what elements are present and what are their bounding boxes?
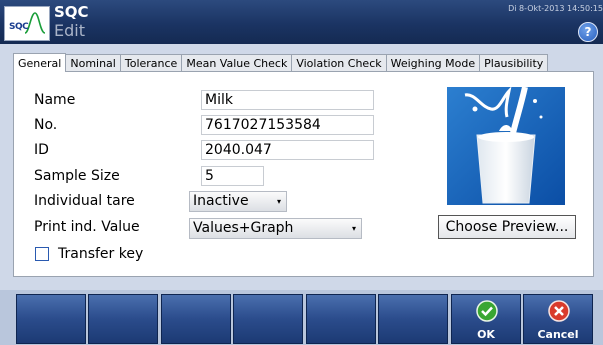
tab-general[interactable]: General bbox=[13, 53, 67, 72]
sample-size-field[interactable]: 5 bbox=[201, 166, 264, 186]
app-title: SQC bbox=[54, 3, 89, 21]
print-ind-value-value: Values+Graph bbox=[193, 220, 294, 236]
function-key-6[interactable] bbox=[378, 294, 448, 344]
app-logo: SQC bbox=[4, 6, 50, 41]
choose-preview-button[interactable]: Choose Preview... bbox=[438, 215, 576, 239]
datetime-display: Di 8-Okt-2013 14:50:15 bbox=[508, 4, 603, 13]
name-label: Name bbox=[34, 92, 76, 108]
print-ind-value-label: Print ind. Value bbox=[34, 219, 140, 235]
ok-label: OK bbox=[477, 328, 495, 341]
checkmark-icon bbox=[476, 300, 498, 322]
dropdown-caret-icon: ▾ bbox=[276, 197, 281, 206]
individual-tare-label: Individual tare bbox=[34, 193, 135, 209]
screen-subtitle: Edit bbox=[54, 21, 85, 40]
cancel-x-icon bbox=[548, 300, 570, 322]
individual-tare-dropdown[interactable]: Inactive ▾ bbox=[189, 191, 287, 212]
tab-violation-check[interactable]: Violation Check bbox=[291, 54, 387, 71]
ok-button[interactable]: OK bbox=[451, 294, 521, 344]
tab-bar: General Nominal Tolerance Mean Value Che… bbox=[13, 53, 549, 72]
function-key-1[interactable] bbox=[16, 294, 86, 344]
tab-mean-value-check[interactable]: Mean Value Check bbox=[181, 54, 293, 71]
dropdown-caret-icon: ▾ bbox=[351, 224, 356, 233]
no-field[interactable]: 7617027153584 bbox=[201, 115, 374, 135]
function-key-bar: OK Cancel bbox=[0, 290, 603, 345]
help-icon[interactable]: ? bbox=[578, 22, 598, 42]
function-key-2[interactable] bbox=[88, 294, 158, 344]
tab-nominal[interactable]: Nominal bbox=[65, 54, 121, 71]
tab-plausibility[interactable]: Plausibility bbox=[479, 54, 549, 71]
tab-weighing-mode[interactable]: Weighing Mode bbox=[385, 54, 481, 71]
milk-glass-image bbox=[447, 87, 565, 205]
general-panel: Name Milk No. 7617027153584 ID 2040.047 … bbox=[13, 71, 594, 277]
transfer-key-label: Transfer key bbox=[58, 246, 144, 262]
transfer-key-checkbox[interactable] bbox=[35, 247, 49, 261]
no-label: No. bbox=[34, 117, 58, 133]
title-bar: SQC SQC Edit Di 8-Okt-2013 14:50:15 ? bbox=[0, 0, 603, 44]
print-ind-value-dropdown[interactable]: Values+Graph ▾ bbox=[189, 218, 362, 239]
id-label: ID bbox=[34, 142, 49, 158]
individual-tare-value: Inactive bbox=[193, 193, 249, 209]
id-field[interactable]: 2040.047 bbox=[201, 140, 374, 160]
name-field[interactable]: Milk bbox=[201, 90, 374, 110]
function-key-5[interactable] bbox=[306, 294, 376, 344]
function-key-3[interactable] bbox=[161, 294, 231, 344]
cancel-label: Cancel bbox=[537, 328, 579, 341]
sample-size-label: Sample Size bbox=[34, 168, 120, 184]
function-key-4[interactable] bbox=[233, 294, 303, 344]
tab-tolerance[interactable]: Tolerance bbox=[119, 54, 183, 71]
logo-text: SQC bbox=[9, 22, 29, 32]
cancel-button[interactable]: Cancel bbox=[523, 294, 593, 344]
product-preview-image bbox=[447, 87, 565, 205]
